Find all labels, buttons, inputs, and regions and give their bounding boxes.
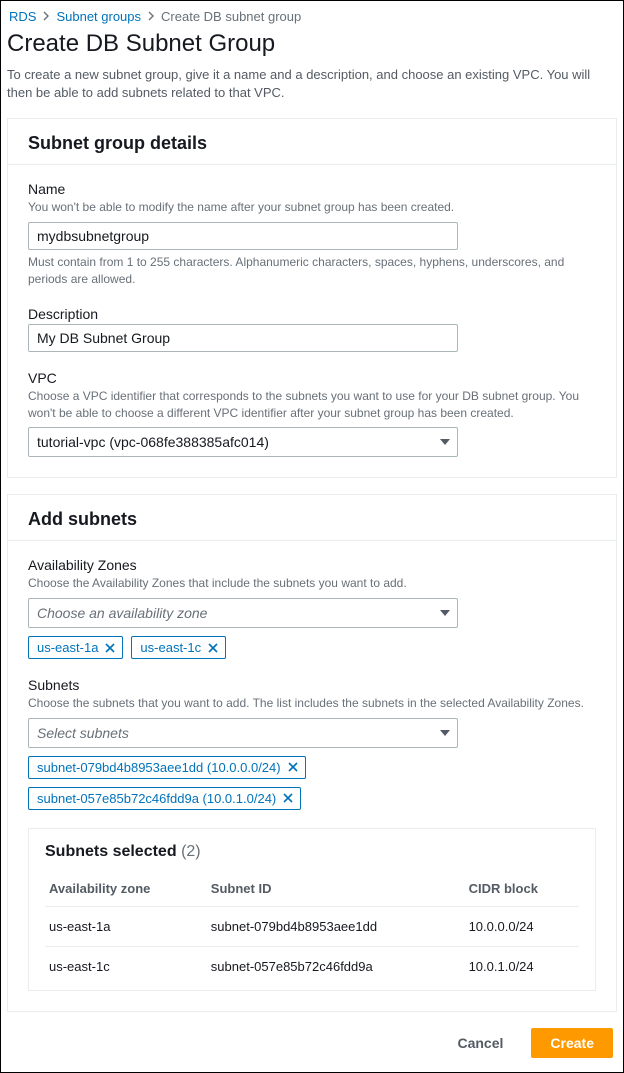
vpc-select[interactable]: tutorial-vpc (vpc-068fe388385afc014) <box>28 427 458 457</box>
subnet-tag-label: subnet-079bd4b8953aee1dd (10.0.0.0/24) <box>37 760 281 775</box>
subnets-selected-panel: Subnets selected (2) Availability zone S… <box>28 828 596 991</box>
name-input[interactable] <box>28 222 458 250</box>
subnets-selected-table: Availability zone Subnet ID CIDR block u… <box>45 871 579 986</box>
subnet-tag: subnet-079bd4b8953aee1dd (10.0.0.0/24) <box>28 756 306 779</box>
az-tag: us-east-1c <box>131 636 226 659</box>
az-field-group: Availability Zones Choose the Availabili… <box>28 557 596 659</box>
name-hint: You won't be able to modify the name aft… <box>28 199 596 216</box>
add-subnets-panel: Add subnets Availability Zones Choose th… <box>7 494 617 1012</box>
table-row: us-east-1a subnet-079bd4b8953aee1dd 10.0… <box>45 906 579 946</box>
chevron-right-icon <box>40 9 52 24</box>
az-tag-label: us-east-1c <box>140 640 201 655</box>
vpc-select-value: tutorial-vpc (vpc-068fe388385afc014) <box>37 434 269 450</box>
page-title: Create DB Subnet Group <box>7 30 617 58</box>
name-label: Name <box>28 181 596 197</box>
breadcrumb-link-rds[interactable]: RDS <box>9 9 36 24</box>
subnets-select-placeholder: Select subnets <box>37 725 129 741</box>
subnets-selected-count: (2) <box>181 843 201 860</box>
create-button[interactable]: Create <box>531 1028 613 1058</box>
col-cidr: CIDR block <box>465 871 579 907</box>
cancel-button[interactable]: Cancel <box>439 1028 521 1058</box>
remove-tag-icon[interactable] <box>282 792 294 804</box>
col-az: Availability zone <box>45 871 207 907</box>
vpc-field-group: VPC Choose a VPC identifier that corresp… <box>28 370 596 458</box>
subnet-group-details-panel: Subnet group details Name You won't be a… <box>7 118 617 478</box>
footer-actions: Cancel Create <box>7 1028 617 1058</box>
chevron-right-icon <box>145 9 157 24</box>
breadcrumb-current: Create DB subnet group <box>161 9 301 24</box>
az-label: Availability Zones <box>28 557 596 573</box>
remove-tag-icon[interactable] <box>207 642 219 654</box>
description-input[interactable] <box>28 324 458 352</box>
table-row: us-east-1c subnet-057e85b72c46fdd9a 10.0… <box>45 946 579 986</box>
remove-tag-icon[interactable] <box>104 642 116 654</box>
subnets-selected-title: Subnets selected (2) <box>45 843 579 861</box>
col-subnet-id: Subnet ID <box>207 871 465 907</box>
description-field-group: Description <box>28 306 596 352</box>
az-select[interactable]: Choose an availability zone <box>28 598 458 628</box>
subnets-hint: Choose the subnets that you want to add.… <box>28 695 596 712</box>
az-hint: Choose the Availability Zones that inclu… <box>28 575 596 592</box>
name-field-group: Name You won't be able to modify the nam… <box>28 181 596 287</box>
az-tag-label: us-east-1a <box>37 640 98 655</box>
panel-title-details: Subnet group details <box>28 133 596 154</box>
az-tag: us-east-1a <box>28 636 123 659</box>
az-select-placeholder: Choose an availability zone <box>37 605 207 621</box>
description-label: Description <box>28 306 596 322</box>
subnet-tag: subnet-057e85b72c46fdd9a (10.0.1.0/24) <box>28 787 301 810</box>
panel-title-add-subnets: Add subnets <box>28 509 596 530</box>
subnet-tag-label: subnet-057e85b72c46fdd9a (10.0.1.0/24) <box>37 791 276 806</box>
subnets-label: Subnets <box>28 677 596 693</box>
subnets-field-group: Subnets Choose the subnets that you want… <box>28 677 596 810</box>
vpc-hint: Choose a VPC identifier that corresponds… <box>28 388 596 422</box>
name-help: Must contain from 1 to 255 characters. A… <box>28 254 596 288</box>
remove-tag-icon[interactable] <box>287 761 299 773</box>
page-description: To create a new subnet group, give it a … <box>7 66 617 102</box>
breadcrumb: RDS Subnet groups Create DB subnet group <box>7 9 617 24</box>
subnets-select[interactable]: Select subnets <box>28 718 458 748</box>
breadcrumb-link-subnet-groups[interactable]: Subnet groups <box>56 9 141 24</box>
vpc-label: VPC <box>28 370 596 386</box>
